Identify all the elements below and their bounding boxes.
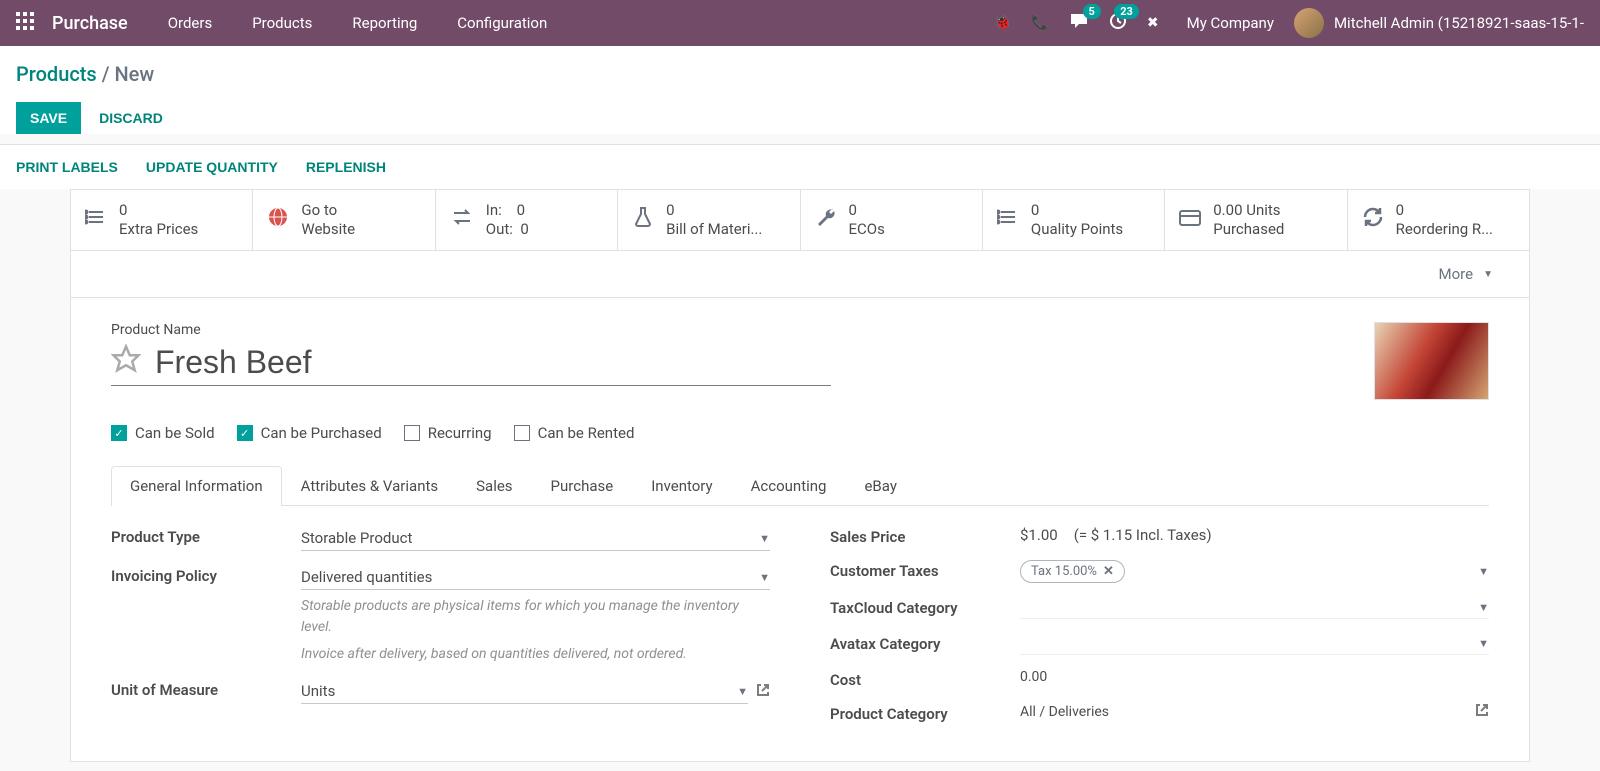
product-image[interactable] — [1374, 322, 1489, 400]
credit-card-icon — [1179, 208, 1201, 233]
tab-ebay[interactable]: eBay — [845, 466, 915, 505]
activities-badge: 23 — [1114, 4, 1139, 19]
stat-buttons: 0Extra Prices Go toWebsite In: 0 Out: 0 … — [71, 190, 1529, 251]
nav-products[interactable]: Products — [252, 14, 312, 32]
activities-icon[interactable]: 23 — [1109, 12, 1127, 34]
transfer-icon — [450, 206, 474, 234]
favorite-star-icon[interactable] — [111, 344, 141, 381]
nav-reporting[interactable]: Reporting — [352, 14, 417, 32]
caret-down-icon: ▼ — [1478, 637, 1489, 650]
user-name: Mitchell Admin (15218921-saas-15-1- — [1334, 14, 1584, 32]
avatax-label: Avatax Category — [830, 633, 1020, 653]
uom-label: Unit of Measure — [111, 679, 301, 699]
tab-attributes-variants[interactable]: Attributes & Variants — [282, 466, 457, 505]
product-category-value[interactable]: All / Deliveries — [1020, 704, 1467, 720]
list-icon — [85, 206, 107, 234]
globe-icon — [267, 206, 289, 234]
sales-price-label: Sales Price — [830, 526, 1020, 546]
caret-down-icon: ▼ — [1483, 269, 1493, 280]
company-selector[interactable]: My Company — [1187, 14, 1274, 32]
external-link-icon[interactable] — [1475, 703, 1489, 721]
action-bar: PRINT LABELS UPDATE QUANTITY REPLENISH — [0, 144, 1600, 189]
wrench-icon — [815, 206, 837, 234]
help-text: Invoice after delivery, based on quantit… — [301, 644, 770, 665]
caret-down-icon: ▼ — [737, 685, 748, 698]
stat-extra-prices[interactable]: 0Extra Prices — [71, 190, 253, 250]
tab-purchase[interactable]: Purchase — [532, 466, 633, 505]
tab-general-information[interactable]: General Information — [111, 466, 282, 506]
apps-icon[interactable] — [16, 12, 34, 34]
form-sheet: 0Extra Prices Go toWebsite In: 0 Out: 0 … — [70, 189, 1530, 762]
product-type-select[interactable]: Storable Product ▼ — [301, 526, 770, 551]
external-link-icon[interactable] — [756, 683, 770, 701]
caret-down-icon: ▼ — [1478, 601, 1489, 614]
remove-tag-icon[interactable]: ✕ — [1103, 564, 1114, 579]
caret-down-icon: ▼ — [759, 532, 770, 545]
phone-icon[interactable]: 📞 — [1031, 15, 1048, 31]
uom-select[interactable]: Units ▼ — [301, 679, 748, 704]
user-menu[interactable]: Mitchell Admin (15218921-saas-15-1- — [1294, 8, 1584, 38]
avatax-select[interactable]: ▼ — [1020, 633, 1489, 655]
recurring-checkbox[interactable]: Recurring — [404, 424, 492, 442]
taxcloud-select[interactable]: ▼ — [1020, 597, 1489, 619]
stat-quality[interactable]: 0Quality Points — [983, 190, 1165, 250]
control-panel: Products / New SAVE DISCARD — [0, 46, 1600, 134]
can-be-sold-checkbox[interactable]: ✓Can be Sold — [111, 424, 215, 442]
tab-inventory[interactable]: Inventory — [632, 466, 731, 505]
taxcloud-label: TaxCloud Category — [830, 597, 1020, 617]
tools-icon[interactable]: ✖ — [1147, 15, 1159, 31]
cost-value[interactable]: 0.00 — [1020, 669, 1047, 685]
caret-down-icon: ▼ — [759, 571, 770, 584]
can-be-purchased-checkbox[interactable]: ✓Can be Purchased — [237, 424, 382, 442]
messages-badge: 5 — [1083, 4, 1101, 19]
tab-sales[interactable]: Sales — [457, 466, 531, 505]
tax-tag[interactable]: Tax 15.00% ✕ — [1020, 560, 1125, 583]
flask-icon — [632, 206, 654, 234]
sales-price-value[interactable]: $1.00 — [1020, 526, 1058, 544]
nav-items: Orders Products Reporting Configuration — [168, 14, 994, 32]
breadcrumb-parent[interactable]: Products — [16, 62, 97, 86]
stat-website[interactable]: Go toWebsite — [253, 190, 435, 250]
invoicing-policy-label: Invoicing Policy — [111, 565, 301, 585]
print-labels-button[interactable]: PRINT LABELS — [16, 159, 118, 175]
replenish-button[interactable]: REPLENISH — [306, 159, 386, 175]
customer-taxes-label: Customer Taxes — [830, 560, 1020, 580]
systray: 🐞 📞 5 23 ✖ My Company Mitchell Admin (15… — [994, 8, 1584, 38]
update-quantity-button[interactable]: UPDATE QUANTITY — [146, 159, 278, 175]
stat-purchased[interactable]: 0.00 UnitsPurchased — [1165, 190, 1347, 250]
nav-configuration[interactable]: Configuration — [457, 14, 547, 32]
product-name-label: Product Name — [111, 322, 1344, 338]
product-type-label: Product Type — [111, 526, 301, 546]
breadcrumb: Products / New — [16, 56, 1584, 92]
app-brand[interactable]: Purchase — [52, 13, 128, 34]
product-category-label: Product Category — [830, 703, 1020, 723]
help-text: Storable products are physical items for… — [301, 596, 770, 638]
nav-orders[interactable]: Orders — [168, 14, 213, 32]
discard-button[interactable]: DISCARD — [99, 110, 163, 126]
messages-icon[interactable]: 5 — [1069, 12, 1089, 34]
caret-down-icon[interactable]: ▼ — [1478, 565, 1489, 578]
can-be-rented-checkbox[interactable]: Can be Rented — [514, 424, 635, 442]
stat-reordering[interactable]: 0Reordering R... — [1348, 190, 1529, 250]
sales-price-incl: (= $ 1.15 Incl. Taxes) — [1074, 526, 1212, 544]
cost-label: Cost — [830, 669, 1020, 689]
product-name-input[interactable] — [155, 344, 831, 381]
top-nav: Purchase Orders Products Reporting Confi… — [0, 0, 1600, 46]
invoicing-policy-select[interactable]: Delivered quantities ▼ — [301, 565, 770, 590]
tabs: General Information Attributes & Variant… — [111, 466, 1489, 506]
list-icon — [997, 206, 1019, 234]
bug-icon[interactable]: 🐞 — [994, 15, 1011, 31]
save-button[interactable]: SAVE — [16, 102, 81, 134]
more-button[interactable]: More ▼ — [1439, 265, 1493, 283]
stat-in-out[interactable]: In: 0 Out: 0 — [436, 190, 618, 250]
refresh-icon — [1362, 206, 1384, 234]
avatar — [1294, 8, 1324, 38]
breadcrumb-current: New — [114, 62, 154, 86]
stat-bom[interactable]: 0Bill of Materi... — [618, 190, 800, 250]
tab-accounting[interactable]: Accounting — [732, 466, 846, 505]
stat-ecos[interactable]: 0ECOs — [801, 190, 983, 250]
